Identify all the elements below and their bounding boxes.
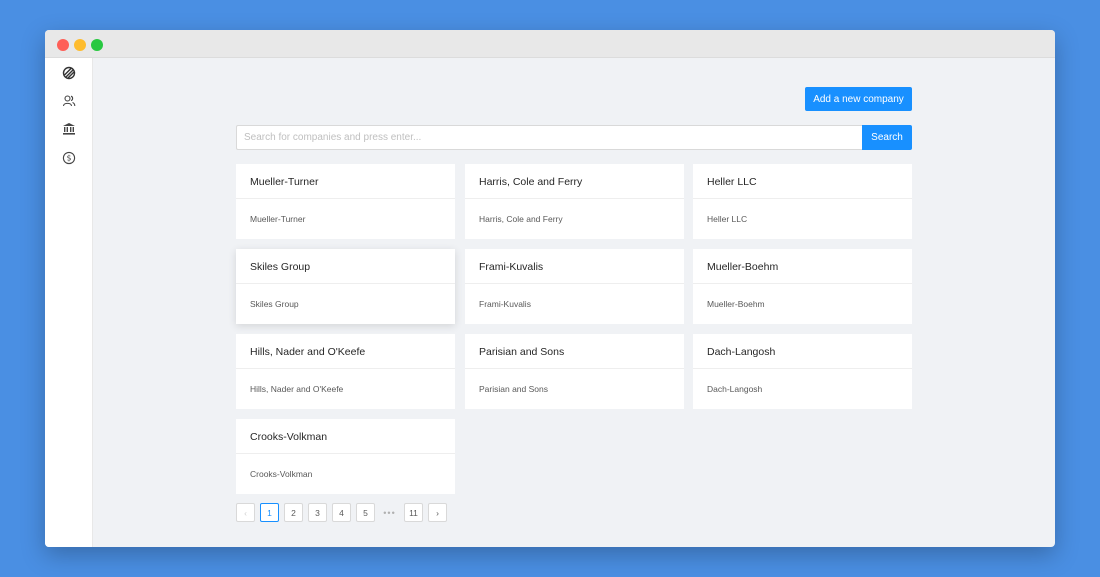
company-card-title: Parisian and Sons: [465, 334, 684, 369]
company-card-title: Dach-Langosh: [693, 334, 912, 369]
search-input[interactable]: [236, 125, 862, 150]
maximize-window-button[interactable]: [91, 39, 103, 51]
browser-window: $ Add a new company Search Mueller-Turne…: [45, 30, 1055, 547]
minimize-window-button[interactable]: [74, 39, 86, 51]
company-card-title: Mueller-Boehm: [693, 249, 912, 284]
company-card-title: Hills, Nader and O'Keefe: [236, 334, 455, 369]
pagination: ‹ 1 2 3 4 5 ••• 11 ›: [236, 503, 452, 522]
company-card-title: Mueller-Turner: [236, 164, 455, 199]
sidebar: $: [45, 58, 93, 547]
company-card-description: Skiles Group: [250, 299, 299, 309]
pagination-ellipsis[interactable]: •••: [380, 503, 399, 522]
company-card[interactable]: Heller LLC Heller LLC: [693, 164, 912, 239]
company-card[interactable]: Hills, Nader and O'Keefe Hills, Nader an…: [236, 334, 455, 409]
pagination-page-2[interactable]: 2: [284, 503, 303, 522]
dollar-icon[interactable]: $: [62, 151, 76, 165]
pagination-page-3[interactable]: 3: [308, 503, 327, 522]
company-card[interactable]: Dach-Langosh Dach-Langosh: [693, 334, 912, 409]
company-card-title: Heller LLC: [693, 164, 912, 199]
pagination-page-4[interactable]: 4: [332, 503, 351, 522]
pagination-page-11[interactable]: 11: [404, 503, 423, 522]
search-button[interactable]: Search: [862, 125, 912, 150]
company-card-description: Frami-Kuvalis: [479, 299, 531, 309]
search-bar: Search: [236, 125, 912, 150]
add-company-button[interactable]: Add a new company: [805, 87, 912, 111]
company-card[interactable]: Skiles Group Skiles Group: [236, 249, 455, 324]
users-icon[interactable]: [62, 94, 76, 108]
company-card[interactable]: Parisian and Sons Parisian and Sons: [465, 334, 684, 409]
logo-icon[interactable]: [62, 66, 76, 80]
company-card-description: Parisian and Sons: [479, 384, 548, 394]
svg-text:$: $: [67, 154, 72, 163]
company-card[interactable]: Mueller-Boehm Mueller-Boehm: [693, 249, 912, 324]
close-window-button[interactable]: [57, 39, 69, 51]
pagination-next-button[interactable]: ›: [428, 503, 447, 522]
company-card[interactable]: Harris, Cole and Ferry Harris, Cole and …: [465, 164, 684, 239]
company-card-title: Frami-Kuvalis: [465, 249, 684, 284]
pagination-page-5[interactable]: 5: [356, 503, 375, 522]
title-bar: [45, 30, 1055, 58]
company-card-title: Skiles Group: [236, 249, 455, 284]
company-card-description: Dach-Langosh: [707, 384, 763, 394]
company-card-title: Crooks-Volkman: [236, 419, 455, 454]
company-card[interactable]: Mueller-Turner Mueller-Turner: [236, 164, 455, 239]
company-card-description: Crooks-Volkman: [250, 469, 313, 479]
company-card-description: Hills, Nader and O'Keefe: [250, 384, 344, 394]
company-card-description: Heller LLC: [707, 214, 748, 224]
company-card-description: Harris, Cole and Ferry: [479, 214, 563, 224]
company-card-description: Mueller-Boehm: [707, 299, 765, 309]
company-card-description: Mueller-Turner: [250, 214, 306, 224]
bank-icon[interactable]: [62, 122, 76, 136]
company-card-title: Harris, Cole and Ferry: [465, 164, 684, 199]
pagination-prev-button[interactable]: ‹: [236, 503, 255, 522]
company-card[interactable]: Frami-Kuvalis Frami-Kuvalis: [465, 249, 684, 324]
company-card[interactable]: Crooks-Volkman Crooks-Volkman: [236, 419, 455, 494]
pagination-page-1[interactable]: 1: [260, 503, 279, 522]
